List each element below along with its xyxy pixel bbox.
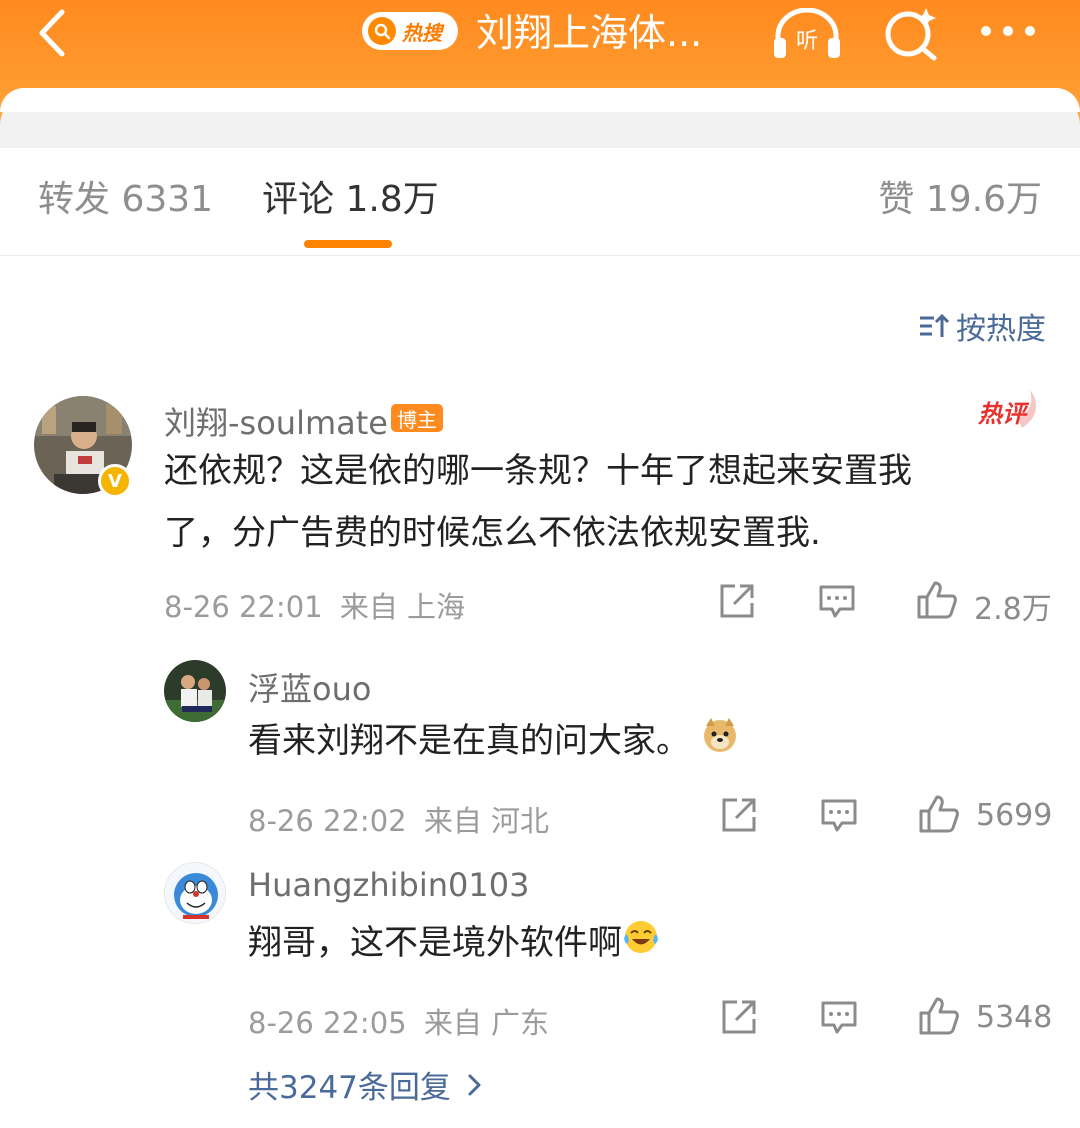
main-comment-timestamp: 8-26 22:01 xyxy=(164,590,323,624)
like-button[interactable] xyxy=(916,580,958,624)
main-comment-like-count: 2.8万 xyxy=(974,592,1052,627)
comment-icon xyxy=(821,1001,857,1034)
main-comment-meta: 8-26 22:01 来自 上海 xyxy=(164,584,465,626)
tab-comments[interactable]: 评论 1.8万 xyxy=(262,178,439,222)
reply-2-timestamp: 8-26 22:05 xyxy=(248,1006,407,1040)
reply-2-username[interactable]: Huangzhibin0103 xyxy=(248,866,529,904)
share-icon xyxy=(722,1000,756,1034)
reply-1-like-button[interactable] xyxy=(918,794,960,838)
reply-button[interactable] xyxy=(818,584,856,624)
main-comment-location: 来自 上海 xyxy=(339,590,466,624)
laugh-cry-emoji-icon xyxy=(622,914,660,976)
more-replies-label: 共3247条回复 xyxy=(248,1070,451,1106)
chevron-right-icon xyxy=(468,1074,481,1095)
comment-icon xyxy=(819,585,855,618)
reply-2-like-count: 5348 xyxy=(976,1000,1053,1035)
tab-bar: 转发 6331 评论 1.8万 赞 19.6万 xyxy=(0,150,1080,256)
sort-icon xyxy=(920,313,950,337)
hot-comment-icon: 热评 xyxy=(977,388,1042,432)
reply-2-text: 翔哥，这不是境外软件啊 xyxy=(248,923,622,963)
back-button[interactable] xyxy=(30,8,80,58)
reply-1-like-count: 5699 xyxy=(976,798,1053,833)
avatar-reply-1[interactable] xyxy=(164,660,226,722)
listen-label: 听 xyxy=(796,29,818,54)
more-button[interactable] xyxy=(978,18,1038,44)
thumbs-up-icon xyxy=(919,795,959,833)
reply-1-timestamp: 8-26 22:02 xyxy=(248,804,407,838)
share-icon xyxy=(720,584,754,618)
main-commenter-username[interactable]: 刘翔-soulmate xyxy=(164,398,388,444)
reply-1-share-button[interactable] xyxy=(720,796,758,838)
thumbs-up-icon xyxy=(917,581,957,619)
page-title[interactable]: 刘翔上海体... xyxy=(476,8,702,58)
tab-likes[interactable]: 赞 19.6万 xyxy=(878,178,1042,222)
listen-button[interactable]: 听 xyxy=(772,7,842,60)
reply-2-share-button[interactable] xyxy=(720,998,758,1040)
comment-icon xyxy=(821,799,857,832)
thumbs-up-icon xyxy=(919,997,959,1035)
hot-comment-label: 热评 xyxy=(978,400,1030,428)
sort-label: 按热度 xyxy=(956,312,1046,347)
blogger-badge: 博主 xyxy=(391,404,443,432)
reply-2-text-line: 翔哥，这不是境外软件啊 xyxy=(248,912,1028,976)
main-comment-line1: 还依规？这是依的哪一条规？十年了想起来安置我 xyxy=(164,451,912,491)
reply-1-text-line: 看来刘翔不是在真的问大家。 xyxy=(248,710,1028,774)
reply-1-text: 看来刘翔不是在真的问大家。 xyxy=(248,721,690,761)
active-tab-indicator xyxy=(304,240,392,248)
share-icon xyxy=(722,798,756,832)
main-comment-text: 还依规？这是依的哪一条规？十年了想起来安置我 了，分广告费的时候怎么不依法依规安… xyxy=(164,440,1044,564)
reply-2-comment-button[interactable] xyxy=(820,1000,858,1040)
reply-1-username[interactable]: 浮蓝ouo xyxy=(248,664,371,710)
search-icon xyxy=(368,17,396,45)
search-button[interactable] xyxy=(882,4,942,62)
reply-2-like-button[interactable] xyxy=(918,996,960,1040)
avatar-reply-2[interactable] xyxy=(164,862,226,924)
view-all-replies-link[interactable]: 共3247条回复 xyxy=(248,1062,487,1107)
sort-by-hot-button[interactable]: 按热度 xyxy=(918,304,1046,348)
share-button[interactable] xyxy=(718,582,756,624)
back-arrow-icon xyxy=(39,9,65,57)
reply-2-location: 来自 广东 xyxy=(423,1006,550,1040)
reply-1-location: 来自 河北 xyxy=(423,804,550,838)
ai-search-icon xyxy=(885,8,937,61)
content-sheet-edge xyxy=(0,88,1080,112)
hot-search-badge[interactable]: 热搜 xyxy=(362,12,458,50)
doge-emoji-icon xyxy=(701,712,739,774)
verified-badge-icon: V xyxy=(98,464,132,498)
main-comment-line2: 了，分广告费的时候怎么不依法依规安置我. xyxy=(164,513,821,553)
tab-repost[interactable]: 转发 6331 xyxy=(38,178,213,222)
hot-search-label: 热搜 xyxy=(402,20,442,45)
reply-2-meta: 8-26 22:05 来自 广东 xyxy=(248,1000,549,1042)
reply-1-comment-button[interactable] xyxy=(820,798,858,838)
more-dots-icon xyxy=(981,26,1035,36)
reply-1-meta: 8-26 22:02 来自 河北 xyxy=(248,798,549,840)
headphones-icon: 听 xyxy=(774,7,840,58)
